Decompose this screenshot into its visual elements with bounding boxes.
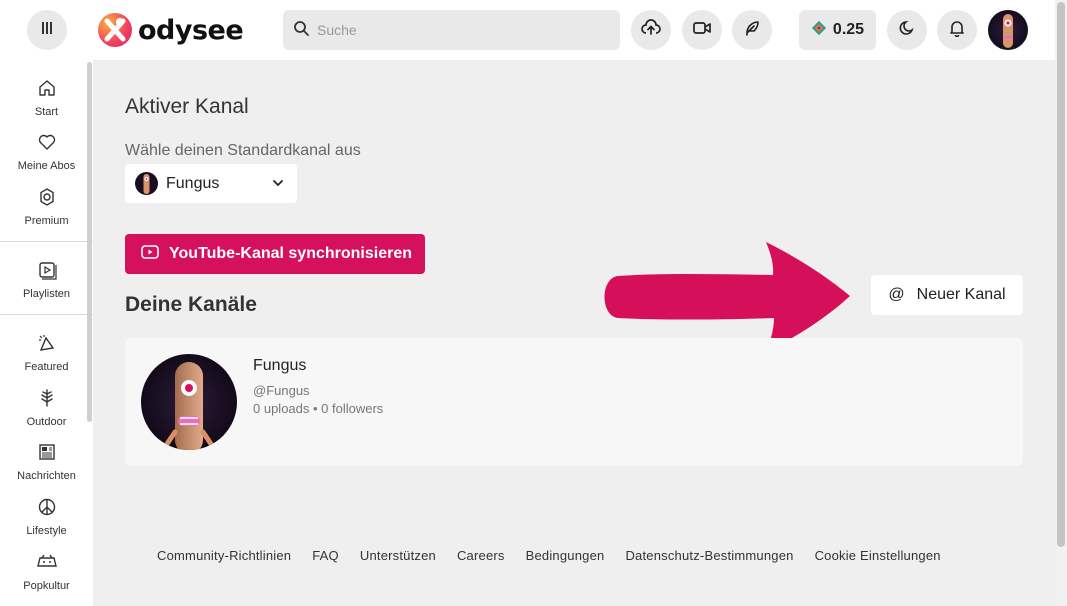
upload-icon [641,18,661,43]
at-sign-icon: @ [888,286,905,303]
sidebar-item-label: Popkultur [23,580,70,592]
moon-icon [898,19,916,42]
chevron-down-icon [271,176,285,195]
theme-toggle-button[interactable] [887,10,927,50]
wallet-balance: 0.25 [832,21,865,38]
channel-stats: 0 uploads • 0 followers [253,401,384,416]
youtube-sync-label: YouTube-Kanal synchronisieren [169,245,413,262]
youtube-icon [141,244,159,264]
wallet-balance-button[interactable]: 0.25 [799,10,876,50]
footer-link-terms[interactable]: Bedingungen [526,548,605,563]
sidebar-item-lifestyle[interactable]: Lifestyle [0,491,93,543]
post-button[interactable] [732,10,772,50]
peace-icon [37,497,57,522]
channel-avatar [141,354,237,450]
sidebar-item-label: Featured [24,361,69,373]
playlist-icon [37,260,57,285]
go-live-button[interactable] [682,10,722,50]
youtube-sync-button[interactable]: YouTube-Kanal synchronisieren [125,234,425,274]
logo-text: odysee [138,14,244,46]
main-content: Aktiver Kanal Wähle deinen Standardkanal… [93,60,1053,606]
your-channels-heading: Deine Kanäle [125,293,257,316]
footer-link-community-guidelines[interactable]: Community-Richtlinien [157,548,291,563]
menu-button[interactable] [27,10,67,50]
selected-channel-name: Fungus [166,174,220,192]
heart-icon [37,132,57,157]
feather-icon [742,18,762,43]
sidebar-item-start[interactable]: Start [0,72,93,124]
sidebar-item-label: Outdoor [26,416,67,428]
video-camera-icon [692,18,712,43]
active-channel-heading: Aktiver Kanal [125,95,249,118]
credits-icon [811,20,827,41]
channel-handle: @Fungus [253,383,310,398]
sidebar-item-label: Start [34,106,59,118]
page-scrollbar-thumb[interactable] [1057,2,1065,547]
tree-icon [37,388,57,413]
sidebar-item-label: Playlisten [22,288,71,300]
channel-name[interactable]: Fungus [253,357,306,375]
sidebar-item-premium[interactable]: Premium [0,181,93,233]
sidebar-item-playlisten[interactable]: Playlisten [0,254,93,306]
search-input[interactable] [317,22,597,38]
bell-icon [948,19,966,42]
sidebar-item-label: Premium [24,215,69,227]
sidebar-divider [0,314,93,315]
sidebar-item-featured[interactable]: Featured [0,327,93,379]
menu-icon [40,21,54,40]
odysee-logo[interactable]: odysee [98,12,244,48]
sidebar-item-nachrichten[interactable]: Nachrichten [0,436,93,488]
page-scrollbar[interactable] [1055,0,1067,606]
featured-icon [37,333,57,358]
channel-card[interactable]: Fungus @Fungus 0 uploads • 0 followers [125,338,1023,466]
channel-avatar [135,172,158,195]
search-icon [293,20,309,41]
footer-link-careers[interactable]: Careers [457,548,505,563]
sidebar-scrollbar[interactable] [87,62,92,422]
logo-mark-icon [98,13,132,47]
sidebar-item-outdoor[interactable]: Outdoor [0,382,93,434]
top-bar: odysee 0.25 [0,0,1067,60]
premium-badge-icon [37,187,57,212]
new-channel-button[interactable]: @ Neuer Kanal [871,275,1023,315]
footer-link-cookie-settings[interactable]: Cookie Einstellungen [815,548,941,563]
sidebar-item-meine-abos[interactable]: Meine Abos [0,126,93,178]
search-bar[interactable] [283,10,620,50]
footer-link-support[interactable]: Unterstützen [360,548,436,563]
default-channel-select[interactable]: Fungus [125,164,297,203]
sidebar-item-label: Lifestyle [26,525,67,537]
account-avatar[interactable] [988,10,1028,50]
sidebar-item-label: Meine Abos [17,160,76,172]
footer-link-faq[interactable]: FAQ [312,548,339,563]
sidebar: Start Meine Abos Premium Playlisten Feat… [0,60,93,606]
notifications-button[interactable] [937,10,977,50]
sidebar-item-popkultur[interactable]: Popkultur [0,546,93,598]
choose-default-channel-label: Wähle deinen Standardkanal aus [125,142,361,159]
newspaper-icon [37,442,57,467]
popculture-icon [36,552,58,577]
footer-link-privacy[interactable]: Datenschutz-Bestimmungen [625,548,793,563]
sidebar-item-label: Nachrichten [17,470,76,482]
new-channel-label: Neuer Kanal [916,286,1006,303]
home-icon [37,78,57,103]
sidebar-divider [0,241,93,242]
upload-button[interactable] [631,10,671,50]
footer-links: Community-Richtlinien FAQ Unterstützen C… [157,548,962,563]
